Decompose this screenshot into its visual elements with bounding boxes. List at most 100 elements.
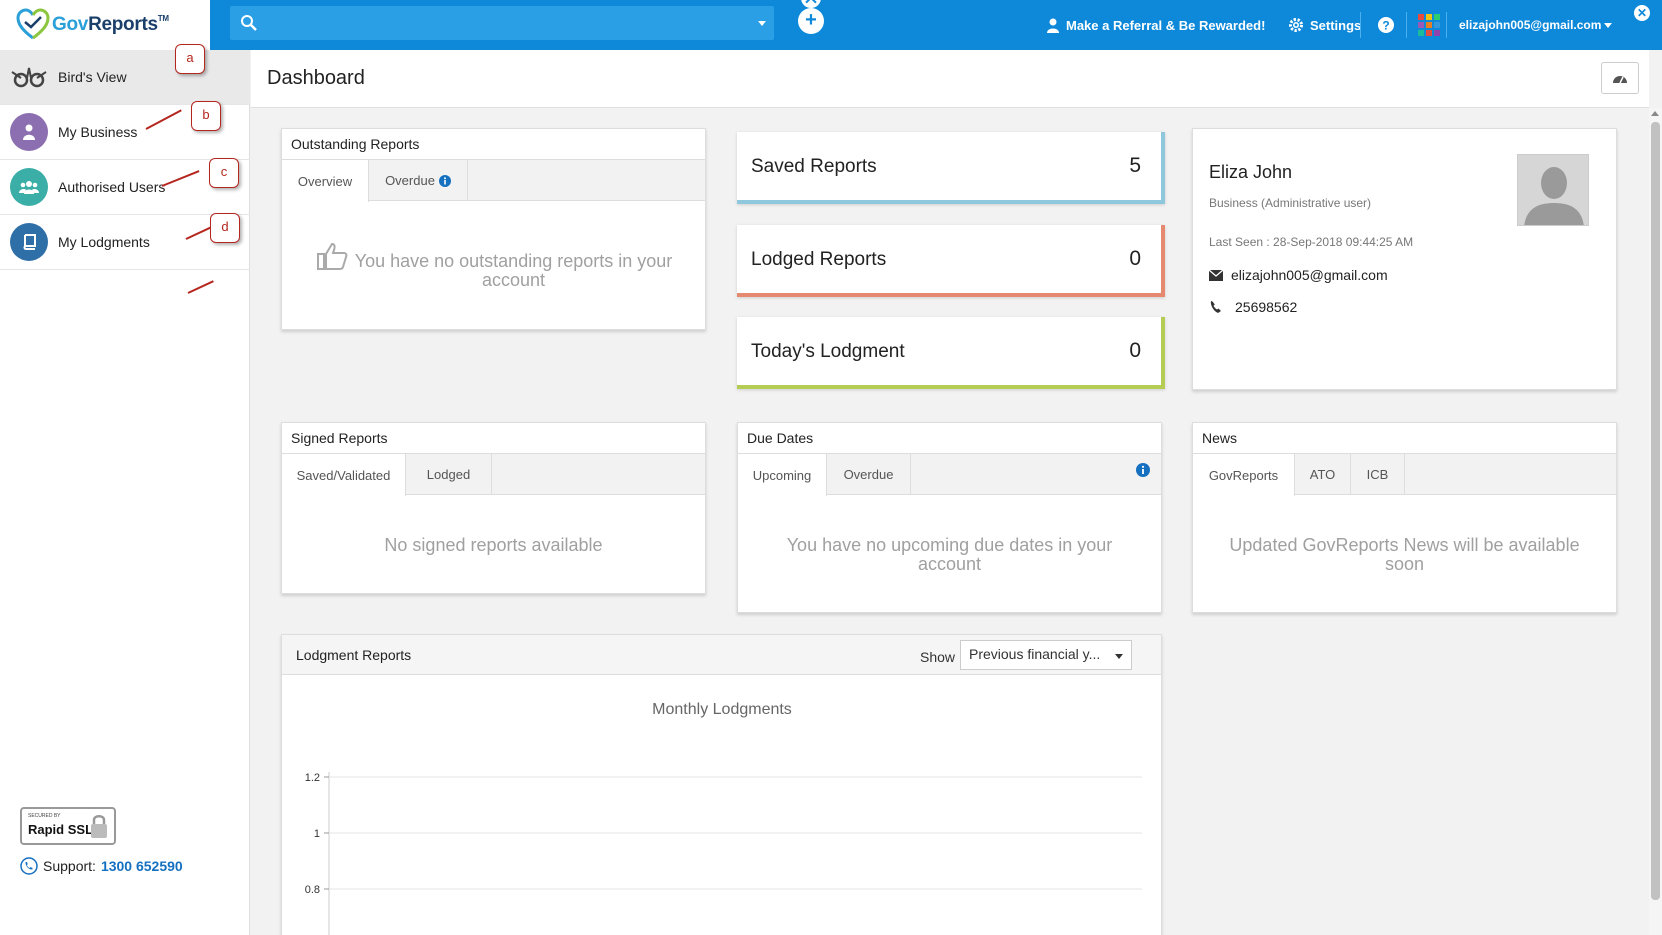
empty-message: No signed reports available [384, 535, 603, 555]
card-title: Due Dates [747, 430, 814, 446]
top-bar: GovReportsTM + Make a Referral & Be Rewa… [0, 0, 1662, 50]
profile-name: Eliza John [1209, 162, 1293, 182]
sidebar-item-birds-view[interactable]: Bird's View [0, 50, 250, 105]
support-number[interactable]: 1300 652590 [101, 858, 183, 874]
tab-upcoming[interactable]: Upcoming [738, 454, 827, 496]
search-input[interactable] [266, 6, 736, 40]
tab-label: Saved/Validated [296, 467, 391, 483]
tab-overdue[interactable]: Overdue [369, 160, 468, 201]
avatar [1517, 154, 1589, 226]
stat-label: Lodged Reports [751, 249, 887, 270]
empty-message: Updated GovReports News will be availabl… [1229, 535, 1580, 574]
phone-icon [1210, 301, 1221, 313]
tab-overview[interactable]: Overview [282, 160, 369, 202]
stat-value: 5 [1129, 154, 1141, 177]
referral-link[interactable]: Make a Referral & Be Rewarded! [1046, 0, 1265, 50]
tab-lodged[interactable]: Lodged [406, 454, 492, 495]
settings-link[interactable]: Settings [1288, 0, 1361, 50]
tab-label: GovReports [1208, 467, 1279, 483]
show-label: Show : [920, 649, 963, 665]
divider [1446, 12, 1447, 38]
collapse-toggle-icon[interactable] [801, 0, 821, 8]
tab-overdue[interactable]: Overdue [827, 454, 911, 495]
avatar-placeholder-icon [1518, 155, 1588, 225]
signed-reports-card: Signed Reports Saved/Validated Lodged No… [281, 422, 706, 594]
sidebar-item-label: My Business [58, 124, 138, 140]
govreports-logo[interactable]: GovReportsTM [16, 8, 169, 42]
tab-label: Overdue [385, 173, 435, 188]
scroll-up-arrow-icon[interactable] [1651, 111, 1659, 116]
tab-bar: Saved/Validated Lodged [282, 453, 705, 496]
user-email-label: elizajohn005@gmail.com [1459, 18, 1602, 32]
sidebar-item-label: Bird's View [58, 69, 127, 85]
tab-govreports[interactable]: GovReports [1193, 454, 1295, 496]
info-icon[interactable] [1136, 463, 1150, 477]
book-icon [10, 223, 48, 261]
callout-marker: d [210, 213, 240, 243]
monthly-lodgments-chart: Monthly Lodgments 1.210.80.6 [305, 701, 1142, 935]
sidebar-item-label: My Lodgments [58, 234, 150, 250]
tab-saved-validated[interactable]: Saved/Validated [282, 454, 406, 496]
search-bar[interactable] [230, 6, 774, 40]
callout-marker: b [191, 101, 221, 131]
user-icon [10, 113, 48, 151]
dashboard-settings-button[interactable] [1601, 62, 1639, 94]
saved-reports-stat[interactable]: Saved Reports 5 [737, 132, 1165, 204]
apps-grid-icon [1418, 14, 1440, 36]
referral-label: Make a Referral & Be Rewarded! [1066, 17, 1266, 33]
tab-ato[interactable]: ATO [1295, 454, 1351, 495]
phone-icon [20, 857, 38, 875]
last-seen: Last Seen : 28-Sep-2018 09:44:25 AM [1209, 235, 1414, 249]
profile-phone: 25698562 [1235, 299, 1298, 315]
profile-card: Eliza John Business (Administrative user… [1192, 128, 1617, 390]
profile-email-row: elizajohn005@gmail.com [1209, 267, 1388, 283]
chevron-down-icon [1604, 22, 1613, 28]
callout-marker: c [209, 158, 239, 188]
period-select[interactable]: Previous financial y... [960, 640, 1132, 670]
rapid-ssl-badge[interactable]: SECURED BY Rapid SSL [20, 807, 116, 845]
tab-bar: Upcoming Overdue [738, 453, 1161, 496]
help-icon: ? [1378, 17, 1394, 33]
stat-value: 0 [1129, 247, 1141, 270]
sidebar-item-label: Authorised Users [58, 179, 166, 195]
dashboard-gauge-icon [1613, 76, 1627, 84]
search-dropdown-icon[interactable] [758, 21, 766, 26]
profile-phone-row: 25698562 [1209, 299, 1297, 315]
stat-label: Today's Lodgment [751, 341, 905, 362]
empty-message: You have no upcoming due dates in your a… [786, 535, 1113, 574]
divider [1406, 12, 1407, 38]
chevron-down-icon [1115, 654, 1123, 659]
tab-icb[interactable]: ICB [1351, 454, 1405, 495]
envelope-icon [1209, 269, 1223, 281]
lodged-reports-stat[interactable]: Lodged Reports 0 [737, 225, 1165, 297]
card-title: Outstanding Reports [291, 136, 420, 152]
sidebar: Bird's View My Business Authorised Users… [0, 44, 250, 935]
card-title: Lodgment Reports [296, 647, 412, 663]
tab-label: Overview [297, 173, 353, 189]
y-tick-label: 0.8 [305, 884, 320, 896]
close-icon[interactable]: ✕ [1634, 5, 1650, 21]
stat-value: 0 [1129, 339, 1141, 362]
page-header: Dashboard [251, 50, 1649, 108]
add-new-button[interactable]: + [798, 8, 824, 34]
tab-bar: GovReports ATO ICB [1193, 453, 1616, 496]
user-icon [1047, 18, 1059, 33]
y-tick-label: 1 [314, 828, 320, 840]
tab-label: Lodged [426, 467, 471, 482]
user-menu[interactable]: elizajohn005@gmail.com [1459, 0, 1613, 50]
settings-label: Settings [1310, 17, 1362, 33]
profile-email: elizajohn005@gmail.com [1231, 267, 1388, 283]
logo-wordmark: GovReportsTM [52, 14, 169, 35]
divider [1360, 12, 1361, 38]
apps-grid-button[interactable] [1418, 0, 1446, 50]
due-dates-card: Due Dates Upcoming Overdue You have no u… [737, 422, 1162, 613]
tab-label: ICB [1366, 467, 1389, 482]
lock-icon [91, 815, 107, 838]
todays-lodgment-stat[interactable]: Today's Lodgment 0 [737, 317, 1165, 389]
help-button[interactable]: ? [1378, 0, 1400, 50]
search-icon [241, 15, 257, 31]
ssl-caption: SECURED BY [28, 813, 61, 819]
svg-text:?: ? [1382, 19, 1389, 33]
scrollbar-thumb[interactable] [1651, 122, 1660, 900]
tab-label: ATO [1309, 467, 1336, 482]
